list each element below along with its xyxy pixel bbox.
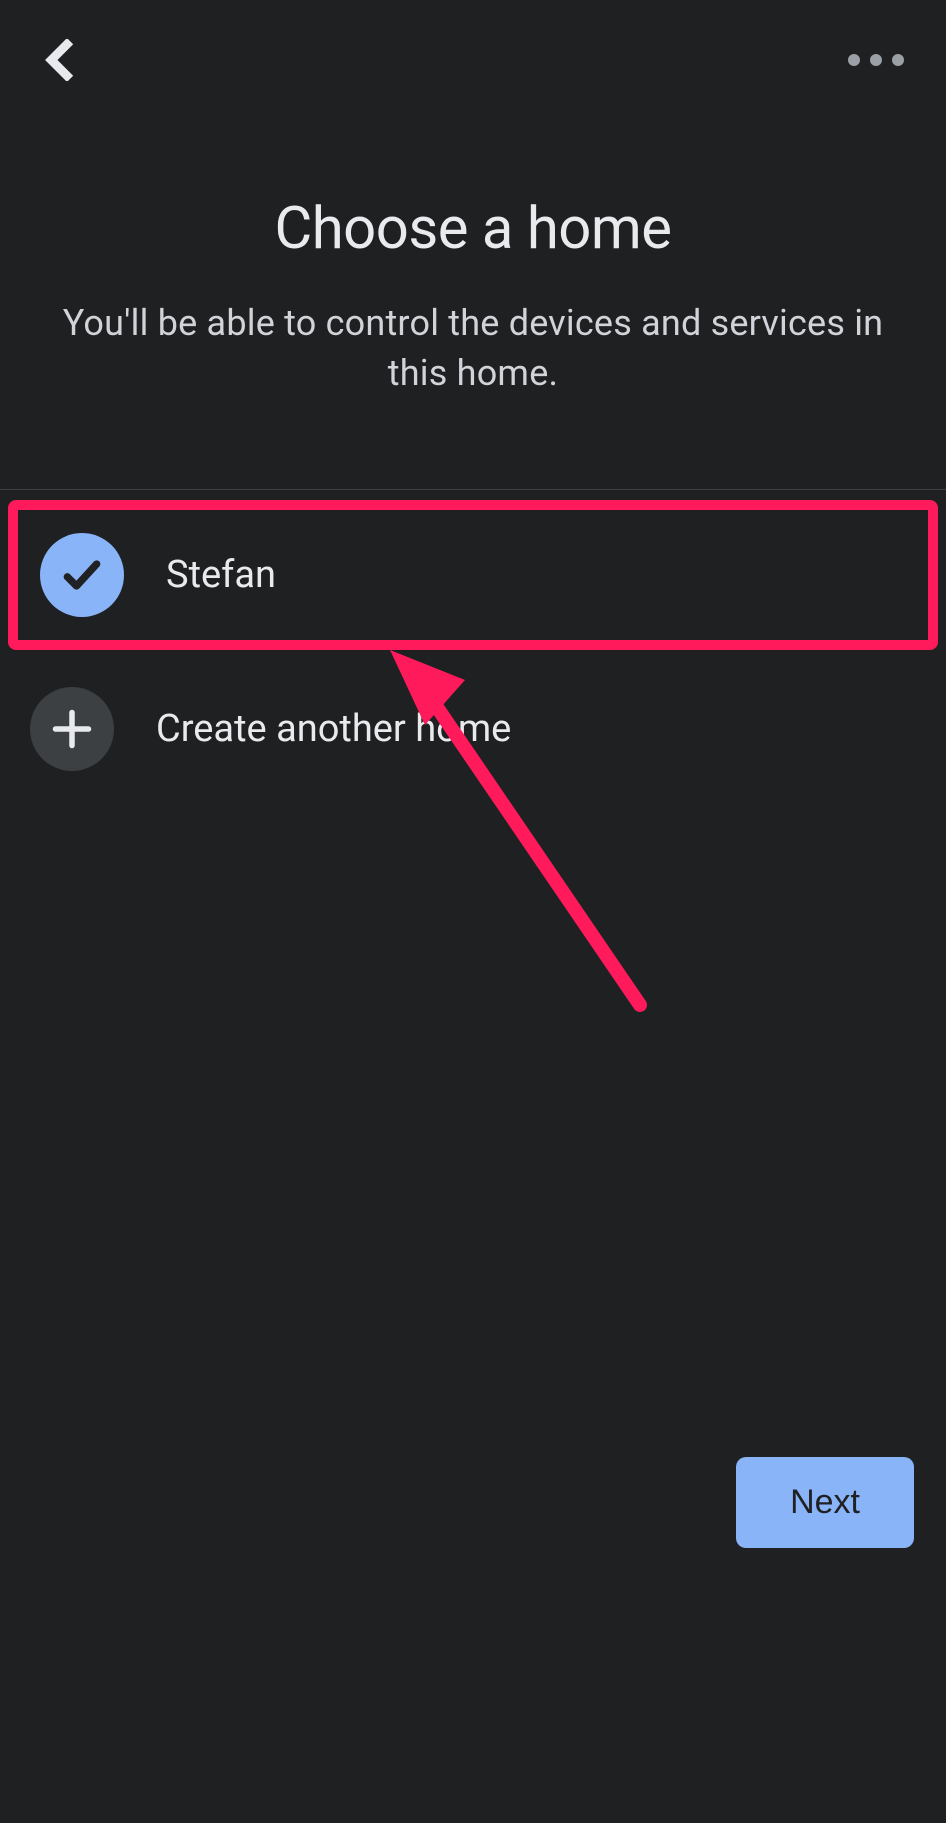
home-list: Stefan Create another home xyxy=(0,490,946,804)
back-button[interactable] xyxy=(30,30,90,90)
home-label: Stefan xyxy=(166,553,276,597)
more-options-button[interactable] xyxy=(836,30,916,90)
add-indicator xyxy=(30,687,114,771)
page-title: Choose a home xyxy=(50,195,896,263)
next-button[interactable]: Next xyxy=(736,1457,914,1548)
plus-icon xyxy=(50,707,94,751)
check-icon xyxy=(60,553,104,597)
dot-icon xyxy=(870,54,882,66)
top-bar xyxy=(0,0,946,120)
home-row-selected[interactable]: Stefan xyxy=(8,500,938,650)
selected-indicator xyxy=(40,533,124,617)
chevron-left-icon xyxy=(39,39,81,81)
dot-icon xyxy=(848,54,860,66)
dot-icon xyxy=(892,54,904,66)
create-home-row[interactable]: Create another home xyxy=(0,654,946,804)
header-section: Choose a home You'll be able to control … xyxy=(0,120,946,489)
page-subtitle: You'll be able to control the devices an… xyxy=(50,298,896,399)
create-home-label: Create another home xyxy=(156,707,511,751)
